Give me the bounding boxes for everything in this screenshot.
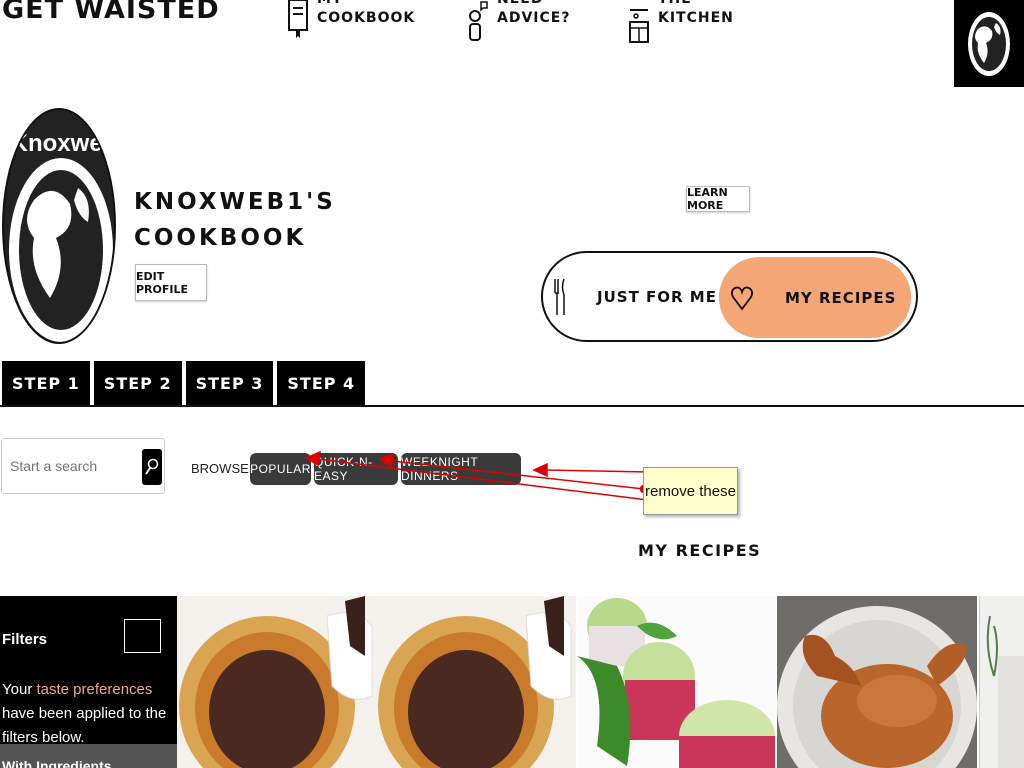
avocado-dip-image — [577, 598, 775, 768]
search-input[interactable] — [2, 439, 132, 493]
profile-avatar: Knoxweb — [2, 108, 116, 344]
tab-step-4[interactable]: STEP 4 — [277, 361, 366, 406]
recipes-toggle: JUST FOR ME MY RECIPES — [541, 251, 918, 342]
tab-step-1[interactable]: STEP 1 — [2, 361, 90, 406]
nav-my-cookbook-label: MY COOKBOOK — [317, 0, 416, 26]
recipe-card[interactable] — [777, 596, 977, 768]
chocolate-pie-image — [378, 596, 572, 768]
tab-step-3[interactable]: STEP 3 — [185, 361, 274, 406]
filters-toggle-button[interactable] — [124, 619, 161, 653]
cookbook-icon — [288, 0, 308, 38]
annotation-note: remove these — [643, 467, 738, 515]
just-for-me-label: JUST FOR ME — [597, 287, 717, 306]
browse-pill-quick-n-easy[interactable]: QUICK-N-EASY — [314, 453, 398, 485]
globe-icon — [9, 158, 113, 342]
my-recipes-label: MY RECIPES — [785, 288, 897, 307]
search-icon — [145, 458, 159, 475]
nav-the-kitchen-label: THE KITCHEN — [658, 0, 734, 26]
globe-icon — [968, 11, 1010, 76]
edit-profile-button[interactable]: EDIT PROFILE — [135, 264, 207, 301]
filters-panel: Filters Your taste preferences have been… — [0, 596, 177, 768]
nav-the-kitchen[interactable]: THE KITCHEN — [628, 0, 748, 44]
recipe-card[interactable] — [177, 596, 376, 768]
recipe-card[interactable] — [979, 596, 1024, 768]
filters-text-after: have been applied to the filters below. — [2, 705, 167, 746]
plant-image — [986, 615, 1024, 768]
chocolate-pie-image — [179, 596, 373, 768]
person-question-icon — [469, 1, 488, 41]
brand-logo[interactable]: GET WAISTED — [2, 0, 220, 25]
browse-pill-popular[interactable]: POPULAR — [250, 453, 311, 485]
user-avatar-button[interactable] — [954, 0, 1024, 87]
step-tabs: STEP 1 STEP 2 STEP 3 STEP 4 — [2, 361, 366, 406]
nav-need-advice[interactable]: NEED ADVICE? — [467, 0, 587, 44]
recipe-card[interactable] — [577, 596, 776, 768]
browse-label: BROWSE: — [191, 461, 253, 476]
taste-preferences-link[interactable]: taste preferences — [36, 681, 152, 698]
browse-pill-weeknight-dinners[interactable]: WEEKNIGHT DINNERS — [401, 453, 521, 485]
heart-icon — [731, 286, 753, 310]
nav-my-cookbook[interactable]: MY COOKBOOK — [287, 0, 416, 44]
filters-text-before: Your — [2, 681, 37, 698]
recipe-card[interactable] — [376, 596, 576, 768]
fork-knife-icon — [554, 278, 565, 315]
just-for-me-option[interactable]: JUST FOR ME — [553, 253, 723, 340]
learn-more-button[interactable]: LEARN MORE — [686, 186, 750, 212]
nav-need-advice-label: NEED ADVICE? — [497, 0, 571, 26]
search-box — [1, 438, 165, 494]
divider — [0, 405, 1024, 407]
profile-name: KNOXWEB1'S COOKBOOK — [134, 189, 336, 251]
kitchen-icon — [629, 9, 649, 43]
with-ingredients-header[interactable]: With Ingredients — [0, 744, 177, 768]
my-recipes-option[interactable]: MY RECIPES — [719, 257, 911, 338]
section-title: MY RECIPES — [638, 541, 762, 560]
tab-step-2[interactable]: STEP 2 — [93, 361, 182, 406]
filters-title: Filters — [2, 631, 48, 648]
roast-chicken-image — [777, 606, 977, 768]
filters-description: Your taste preferences have been applied… — [2, 678, 172, 750]
search-button[interactable] — [142, 449, 162, 485]
